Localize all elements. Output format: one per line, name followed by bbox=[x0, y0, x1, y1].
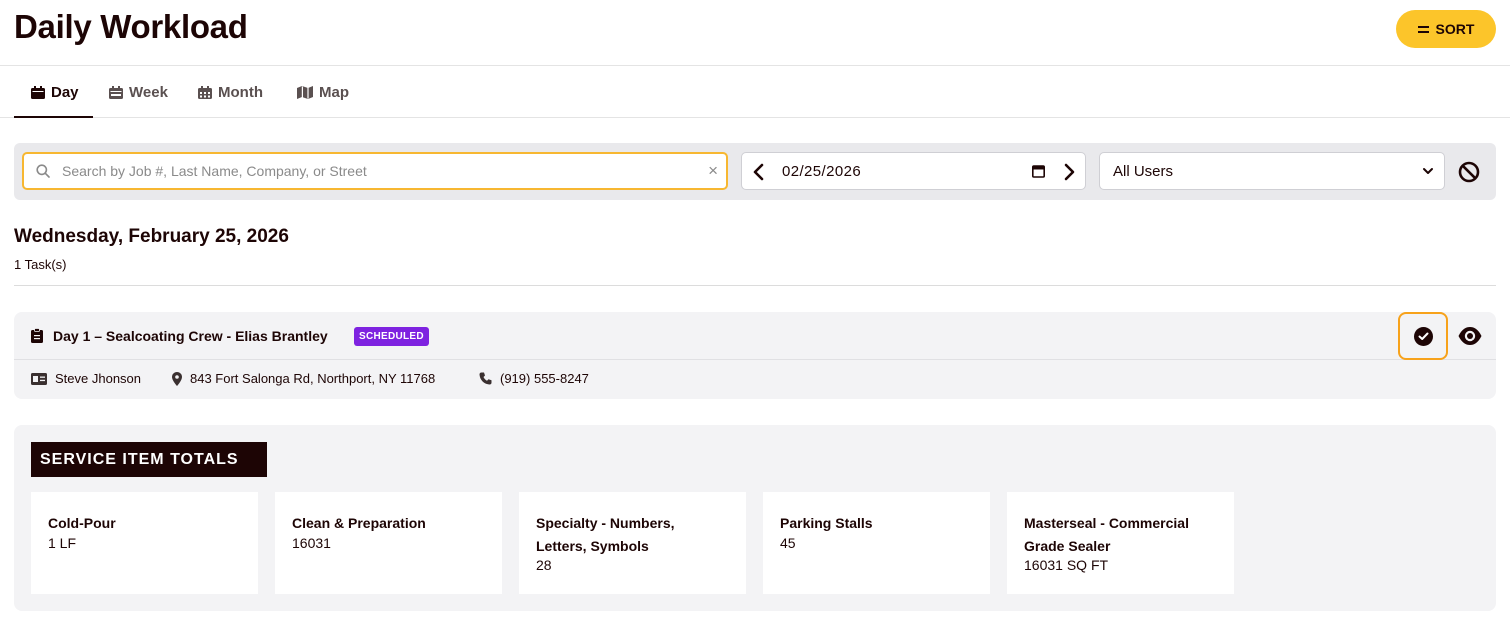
task-title[interactable]: Day 1 – Sealcoating Crew - Elias Brantle… bbox=[53, 328, 328, 344]
total-card: Cold-Pour 1 LF bbox=[31, 492, 258, 594]
filter-bar: × 02/25/2026 All Users bbox=[14, 143, 1496, 200]
chevron-right-icon[interactable] bbox=[1060, 162, 1078, 182]
search-input[interactable] bbox=[62, 154, 682, 188]
tab-map[interactable]: Map bbox=[297, 67, 349, 117]
sort-label: SORT bbox=[1435, 21, 1475, 37]
search-icon bbox=[36, 164, 50, 178]
total-name: Cold-Pour bbox=[48, 515, 116, 531]
user-select[interactable]: All Users bbox=[1099, 152, 1445, 190]
day-heading: Wednesday, February 25, 2026 bbox=[14, 226, 289, 247]
total-card: Clean & Preparation 16031 bbox=[275, 492, 502, 594]
sort-icon bbox=[1417, 25, 1429, 33]
service-totals-heading: SERVICE ITEM TOTALS bbox=[31, 442, 267, 477]
clear-filters-icon[interactable] bbox=[1457, 160, 1481, 184]
total-card: Parking Stalls 45 bbox=[763, 492, 990, 594]
service-totals-panel: SERVICE ITEM TOTALS Cold-Pour 1 LF Clean… bbox=[14, 425, 1496, 611]
phone-icon bbox=[479, 372, 492, 385]
total-value: 16031 SQ FT bbox=[1024, 557, 1109, 573]
total-value: 45 bbox=[780, 535, 796, 551]
divider bbox=[14, 285, 1496, 286]
tab-week[interactable]: Week bbox=[109, 67, 168, 117]
chevron-down-icon bbox=[1423, 168, 1433, 174]
page-header: Daily Workload SORT bbox=[0, 0, 1510, 66]
total-name: Clean & Preparation bbox=[292, 515, 426, 531]
contact-info: Steve Jhonson bbox=[31, 371, 141, 386]
tab-label: Day bbox=[51, 83, 79, 101]
tab-label: Week bbox=[129, 83, 168, 101]
address-info: 843 Fort Salonga Rd, Northport, NY 11768 bbox=[172, 371, 435, 386]
calendar-day-icon bbox=[31, 85, 45, 99]
map-icon bbox=[297, 85, 313, 99]
total-name: Parking Stalls bbox=[780, 515, 873, 531]
map-marker-icon bbox=[172, 371, 182, 386]
contact-name: Steve Jhonson bbox=[55, 371, 142, 386]
clear-search-icon[interactable]: × bbox=[708, 161, 718, 181]
date-picker: 02/25/2026 bbox=[741, 152, 1086, 190]
total-value: 16031 bbox=[292, 535, 331, 551]
page-title: Daily Workload bbox=[14, 8, 248, 45]
total-card: Masterseal - Commercial Grade Sealer 160… bbox=[1007, 492, 1234, 594]
task-count: 1 Task(s) bbox=[14, 257, 67, 272]
user-select-value: All Users bbox=[1113, 163, 1174, 180]
sort-button[interactable]: SORT bbox=[1396, 10, 1496, 48]
view-tabs: Day Week Month Map bbox=[0, 67, 1510, 118]
phone-info: (919) 555-8247 bbox=[479, 371, 589, 386]
task-header: Day 1 – Sealcoating Crew - Elias Brantle… bbox=[14, 312, 1496, 360]
total-value: 28 bbox=[536, 557, 552, 573]
tab-label: Month bbox=[218, 83, 263, 101]
tab-label: Map bbox=[319, 83, 349, 101]
tab-day[interactable]: Day bbox=[14, 67, 93, 118]
search-box: × bbox=[22, 152, 728, 190]
eye-icon[interactable] bbox=[1457, 325, 1483, 347]
total-name: Masterseal - Commercial Grade Sealer bbox=[1024, 515, 1189, 554]
calendar-month-icon bbox=[198, 85, 212, 99]
date-input[interactable]: 02/25/2026 bbox=[782, 163, 861, 180]
total-card: Specialty - Numbers, Letters, Symbols 28 bbox=[519, 492, 746, 594]
id-card-icon bbox=[31, 372, 47, 385]
complete-task-button[interactable] bbox=[1398, 312, 1448, 360]
total-value: 1 LF bbox=[48, 535, 77, 551]
check-circle-icon bbox=[1414, 327, 1433, 346]
calendar-icon[interactable] bbox=[1032, 164, 1045, 178]
task-meta: Steve Jhonson 843 Fort Salonga Rd, North… bbox=[14, 360, 1496, 399]
clipboard-icon bbox=[31, 328, 43, 343]
total-name: Specialty - Numbers, Letters, Symbols bbox=[536, 515, 675, 554]
address-text[interactable]: 843 Fort Salonga Rd, Northport, NY 11768 bbox=[190, 371, 435, 386]
status-badge: SCHEDULED bbox=[354, 327, 429, 346]
chevron-left-icon[interactable] bbox=[750, 162, 768, 182]
tab-month[interactable]: Month bbox=[198, 67, 263, 117]
task-card[interactable]: Day 1 – Sealcoating Crew - Elias Brantle… bbox=[14, 312, 1496, 399]
calendar-week-icon bbox=[109, 85, 123, 99]
phone-number[interactable]: (919) 555-8247 bbox=[500, 371, 589, 386]
